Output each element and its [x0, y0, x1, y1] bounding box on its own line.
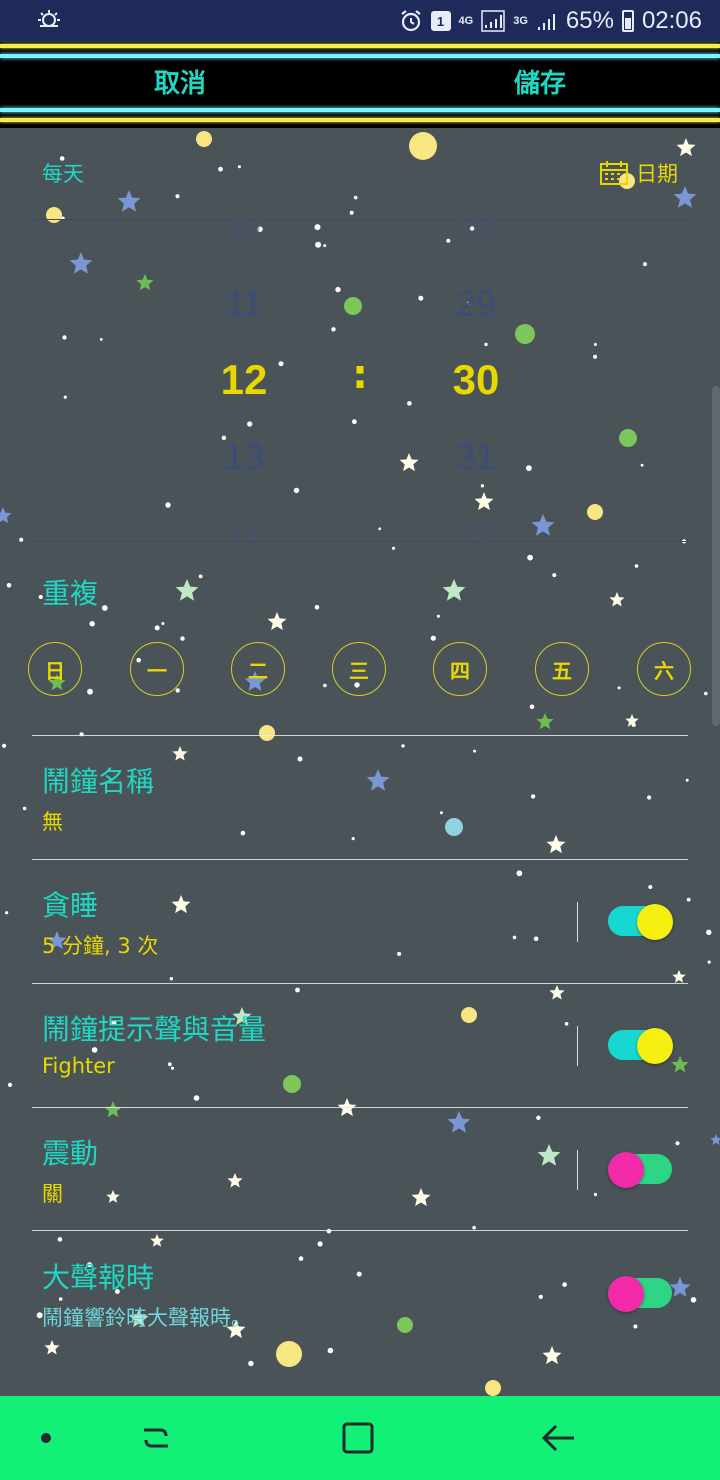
neon-line	[0, 54, 720, 58]
time-picker[interactable]: 10 11 12 13 14 : 28 29 30 31 32	[0, 210, 720, 549]
hour-option[interactable]: 13	[184, 436, 304, 478]
snooze-value: 5 分鐘, 3 次	[42, 934, 159, 958]
row-separator	[577, 1150, 578, 1190]
minute-option[interactable]: 29	[416, 283, 536, 325]
save-button[interactable]: 儲存	[440, 64, 640, 104]
date-button[interactable]: 日期	[600, 158, 678, 188]
toggle-thumb	[608, 1152, 644, 1188]
navigation-bar	[0, 1396, 720, 1480]
cancel-button[interactable]: 取消	[80, 64, 280, 104]
home-dot-icon	[41, 1433, 51, 1443]
picker-bottom-line	[30, 541, 690, 542]
vibration-title: 震動	[42, 1137, 99, 1170]
talking-clock-description: 鬧鐘響鈴時大聲報時。	[42, 1306, 252, 1330]
row-separator	[577, 902, 578, 942]
alarm-sound-title: 鬧鐘提示聲與音量	[42, 1013, 267, 1046]
vibration-value: 關	[42, 1182, 63, 1206]
day-toggle-mon[interactable]: 一	[130, 642, 184, 696]
toggle-thumb	[637, 1028, 673, 1064]
home-button-icon[interactable]	[336, 1416, 380, 1460]
scroll-indicator[interactable]	[712, 386, 720, 726]
action-bar: 取消 儲存	[0, 42, 720, 128]
battery-percent: 65%	[565, 7, 614, 34]
signal-icon	[481, 10, 505, 32]
network-type-2: 3G	[513, 14, 528, 27]
neon-line	[0, 118, 720, 122]
alarm-sound-toggle[interactable]	[608, 1028, 674, 1064]
alarm-editor: 每天 日期 10 11 12 13 14 : 28 29 30 31 32 重複…	[0, 128, 720, 1396]
signal-icon-2	[537, 14, 555, 30]
alarm-name-row[interactable]: 鬧鐘名稱 無	[0, 736, 720, 856]
day-toggle-tue[interactable]: 二	[231, 642, 285, 696]
back-arrow-icon[interactable]	[538, 1416, 582, 1460]
snooze-title: 貪睡	[42, 889, 99, 922]
recent-apps-icon[interactable]	[134, 1416, 178, 1460]
vibration-row[interactable]: 震動 關	[0, 1108, 720, 1228]
hour-option[interactable]: 11	[184, 283, 304, 325]
talking-clock-toggle[interactable]	[608, 1276, 674, 1312]
weather-icon	[38, 10, 60, 27]
alarm-sound-row[interactable]: 鬧鐘提示聲與音量 Fighter	[0, 984, 720, 1104]
day-toggle-wed[interactable]: 三	[332, 642, 386, 696]
vibration-toggle[interactable]	[608, 1152, 674, 1188]
calendar-icon	[600, 161, 628, 185]
minute-option[interactable]: 31	[416, 436, 536, 478]
time-separator: :	[352, 352, 368, 398]
hour-option[interactable]: 14	[184, 516, 304, 550]
minute-selected[interactable]: 30	[416, 356, 536, 404]
sim-indicator: 1	[430, 11, 451, 31]
day-toggle-fri[interactable]: 五	[535, 642, 589, 696]
alarm-clock-icon	[400, 10, 421, 32]
date-label: 日期	[636, 162, 678, 186]
divider	[32, 1230, 688, 1231]
battery-icon	[621, 10, 634, 32]
weekday-selector: 日 一 二 三 四 五 六	[28, 642, 692, 698]
minute-option[interactable]: 32	[416, 516, 536, 550]
network-type-1: 4G	[458, 14, 474, 27]
alarm-name-title: 鬧鐘名稱	[42, 765, 155, 798]
talking-clock-title: 大聲報時	[42, 1261, 155, 1294]
repeat-mode-label[interactable]: 每天	[42, 158, 84, 188]
day-toggle-sun[interactable]: 日	[28, 642, 82, 696]
repeat-title: 重複	[42, 577, 99, 610]
alarm-sound-value: Fighter	[42, 1054, 115, 1078]
snooze-toggle[interactable]	[608, 904, 674, 940]
day-toggle-sat[interactable]: 六	[637, 642, 691, 696]
neon-line	[0, 108, 720, 112]
minute-option[interactable]: 28	[416, 210, 536, 244]
status-bar: 1 4G 3G 65% 02:06	[0, 0, 720, 42]
row-separator	[577, 1026, 578, 1066]
clock: 02:06	[641, 7, 702, 34]
day-toggle-thu[interactable]: 四	[433, 642, 487, 696]
talking-clock-row[interactable]: 大聲報時 鬧鐘響鈴時大聲報時。	[0, 1232, 720, 1352]
toggle-thumb	[608, 1276, 644, 1312]
hour-selected[interactable]: 12	[184, 356, 304, 404]
snooze-row[interactable]: 貪睡 5 分鐘, 3 次	[0, 860, 720, 980]
neon-line	[0, 44, 720, 48]
toggle-thumb	[637, 904, 673, 940]
alarm-name-value: 無	[42, 810, 63, 834]
hour-option[interactable]: 10	[184, 210, 304, 244]
